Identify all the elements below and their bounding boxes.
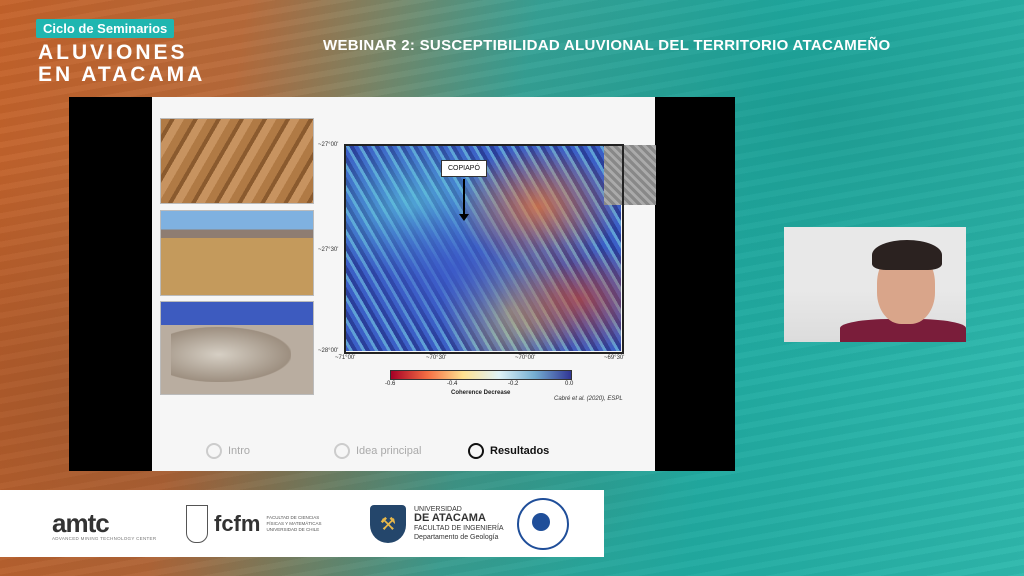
citation: Cabré et al. (2020), ESPL [554,396,623,402]
photo-desert-plain [160,210,314,296]
lon-tick: ~70°30' [426,355,447,361]
lon-tick: ~70°00' [515,355,536,361]
uda-text: UNIVERSIDAD DE ATACAMA FACULTAD DE INGEN… [414,505,504,542]
lat-tick: ~27°00' [318,142,339,148]
circle-icon [334,443,350,459]
circle-icon [468,443,484,459]
speaker-hair [872,240,942,270]
webinar-title: WEBINAR 2: SUSCEPTIBILIDAD ALUVIONAL DEL… [323,37,891,54]
uda-logo: ⚒ UNIVERSIDAD DE ATACAMA FACULTAD DE ING… [370,490,504,557]
slide-nav-label: Resultados [490,445,550,457]
fcfm-logo: fcfm FACULTAD DE CIENCIAS FÍSICAS Y MATE… [186,490,326,557]
amtc-tagline: ADVANCED MINING TECHNOLOGY CENTER [52,536,157,541]
event-title-line1: ALUVIONES [38,41,188,64]
colorbar-title: Coherence Decrease [451,390,511,396]
amtc-logo-text: amtc [52,508,110,538]
series-badge: Ciclo de Seminarios [36,19,175,38]
lat-tick: ~28°00' [318,348,339,354]
arrow-icon [459,179,469,221]
fcfm-wordmark: fcfm [214,510,261,536]
slide-nav-idea-principal[interactable]: Idea principal [334,443,421,459]
colorbar-tick: -0.2 [508,381,519,387]
colorbar-tick: 0.0 [565,381,574,387]
circle-icon [206,443,222,459]
city-label-copiapo: COPIAPÓ [441,160,487,177]
lon-tick: ~71°00' [335,355,356,361]
colorbar-tick: -0.4 [447,381,458,387]
fcfm-subtitle: FACULTAD DE CIENCIAS FÍSICAS Y MATEMÁTIC… [266,514,322,532]
uda-line3: FACULTAD DE INGENIERÍA [414,525,504,532]
slide-nav-label: Intro [228,445,251,457]
slide-nav-label: Idea principal [356,445,422,457]
event-title: ALUVIONES EN ATACAMA [38,42,205,86]
slide-nav-resultados[interactable]: Resultados [468,443,549,459]
slide-nav-intro[interactable]: Intro [206,443,250,459]
sociedad-geologica-logo [517,490,569,557]
speaker-webcam[interactable] [784,227,966,342]
lon-tick: ~69°30' [604,355,625,361]
uda-shield-icon: ⚒ [370,504,406,543]
photo-rock-outcrop [160,301,314,395]
sgc-seal-icon [517,497,569,550]
lat-tick: ~27°30' [318,247,339,253]
colorbar-tick: -0.6 [385,381,396,387]
uda-line2: DE ATACAMA [414,512,486,524]
photo-eroded-slope [160,118,314,204]
colorbar [390,370,572,380]
amtc-logo: amtc [52,490,110,557]
uda-line4: Departamento de Geología [414,534,499,541]
event-title-line2: EN ATACAMA [38,63,206,86]
presentation-slide: ~27°00' ~27°30' ~28°00' ~71°00' ~70°30' … [152,97,656,471]
uchile-shield-icon [186,504,208,543]
